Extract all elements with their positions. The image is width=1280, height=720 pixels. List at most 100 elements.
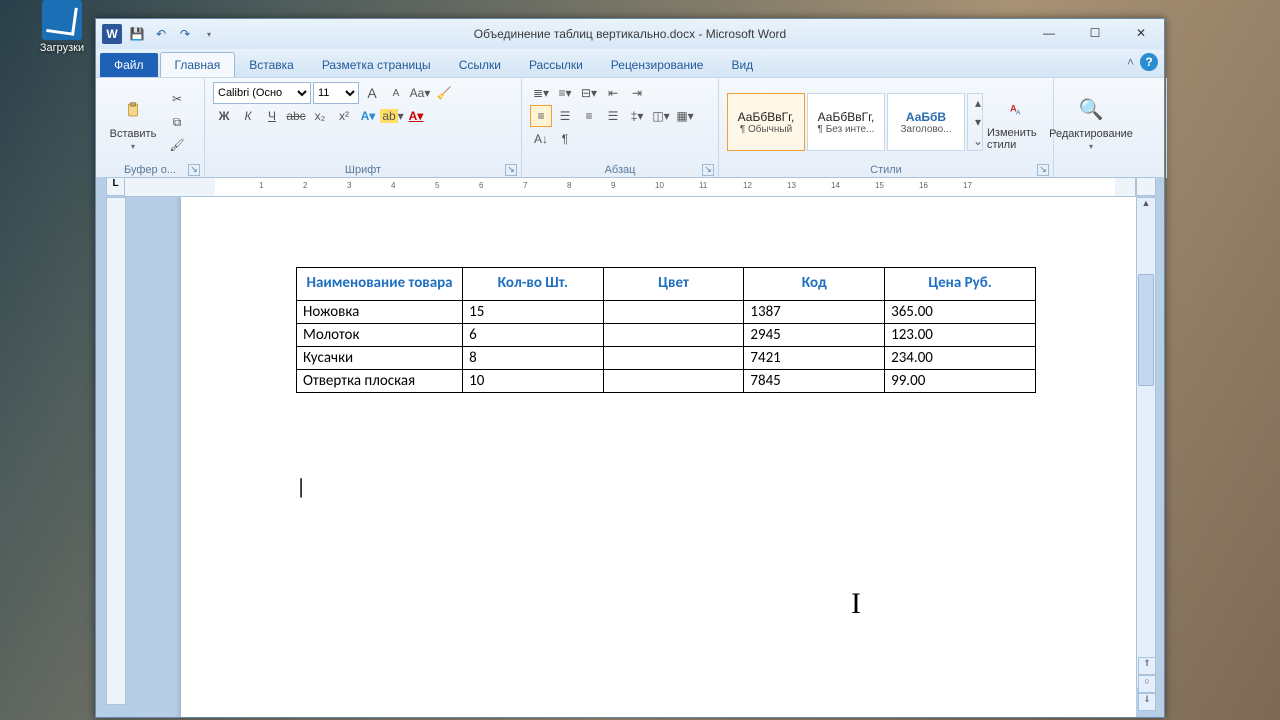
scroll-up-icon[interactable]: ▲ bbox=[1137, 198, 1155, 214]
minimize-ribbon-icon[interactable]: ˄ bbox=[1127, 55, 1134, 69]
tab-file[interactable]: Файл bbox=[100, 53, 158, 77]
horizontal-ruler[interactable]: 1234567891011121314151617 bbox=[124, 177, 1136, 197]
line-spacing-icon[interactable]: ‡▾ bbox=[626, 105, 648, 127]
tab-references[interactable]: Ссылки bbox=[445, 53, 515, 77]
maximize-button[interactable]: ☐ bbox=[1072, 19, 1118, 47]
table-cell[interactable]: Отвертка плоская bbox=[297, 369, 463, 392]
gallery-down-icon[interactable]: ▾ bbox=[968, 113, 988, 131]
tab-selector[interactable]: L bbox=[106, 177, 125, 196]
bullets-icon[interactable]: ≣▾ bbox=[530, 82, 552, 104]
select-browse-icon[interactable]: ○ bbox=[1138, 675, 1156, 693]
tab-layout[interactable]: Разметка страницы bbox=[308, 53, 445, 77]
grow-font-icon[interactable]: A bbox=[361, 82, 383, 104]
clear-format-icon[interactable]: 🧹 bbox=[433, 82, 455, 104]
dialog-launcher-icon[interactable]: ↘ bbox=[702, 164, 714, 176]
help-icon[interactable]: ? bbox=[1140, 53, 1158, 71]
dialog-launcher-icon[interactable]: ↘ bbox=[1037, 164, 1049, 176]
font-size-select[interactable]: 11 bbox=[313, 82, 359, 104]
save-icon[interactable]: 💾 bbox=[128, 25, 146, 43]
next-page-icon[interactable]: ⇓ bbox=[1138, 693, 1156, 711]
document-viewport[interactable]: Наименование товара Кол-во Шт. Цвет Код … bbox=[126, 197, 1136, 717]
desktop-shortcut-downloads[interactable]: Загрузки bbox=[30, 0, 94, 54]
subscript-button[interactable]: x₂ bbox=[309, 105, 331, 127]
copy-icon[interactable]: ⧉ bbox=[166, 111, 188, 133]
align-left-icon[interactable]: ≡ bbox=[530, 105, 552, 127]
increase-indent-icon[interactable]: ⇥ bbox=[626, 82, 648, 104]
shading-icon[interactable]: ◫▾ bbox=[650, 105, 672, 127]
borders-icon[interactable]: ▦▾ bbox=[674, 105, 696, 127]
change-styles-button[interactable]: AA Изменить стили bbox=[987, 93, 1045, 151]
table-cell[interactable]: 234.00 bbox=[885, 346, 1036, 369]
font-family-select[interactable]: Calibri (Осно bbox=[213, 82, 311, 104]
vertical-scrollbar[interactable]: ▲ ▼ bbox=[1136, 197, 1156, 689]
table-cell[interactable]: 365.00 bbox=[885, 300, 1036, 323]
table-cell[interactable]: 15 bbox=[463, 300, 604, 323]
table-cell[interactable]: 6 bbox=[463, 323, 604, 346]
table-cell[interactable]: Ножовка bbox=[297, 300, 463, 323]
highlight-icon[interactable]: ab▾ bbox=[381, 105, 403, 127]
table-cell[interactable]: 7845 bbox=[744, 369, 885, 392]
italic-button[interactable]: К bbox=[237, 105, 259, 127]
tab-mailings[interactable]: Рассылки bbox=[515, 53, 597, 77]
table-row[interactable]: Молоток6 2945123.00 bbox=[297, 323, 1036, 346]
justify-icon[interactable]: ☰ bbox=[602, 105, 624, 127]
prev-page-icon[interactable]: ⇑ bbox=[1138, 657, 1156, 675]
underline-button[interactable]: Ч bbox=[261, 105, 283, 127]
style-normal[interactable]: АаБбВвГг, ¶ Обычный bbox=[727, 93, 805, 151]
vertical-ruler[interactable] bbox=[106, 197, 126, 705]
qat-more-icon[interactable]: ▾ bbox=[200, 25, 218, 43]
minimize-button[interactable]: — bbox=[1026, 19, 1072, 47]
tab-home[interactable]: Главная bbox=[160, 52, 236, 77]
dialog-launcher-icon[interactable]: ↘ bbox=[188, 164, 200, 176]
table-cell[interactable]: 8 bbox=[463, 346, 604, 369]
sort-icon[interactable]: A↓ bbox=[530, 128, 552, 150]
table-cell[interactable]: 123.00 bbox=[885, 323, 1036, 346]
decrease-indent-icon[interactable]: ⇤ bbox=[602, 82, 624, 104]
undo-icon[interactable]: ↶ bbox=[152, 25, 170, 43]
text-effects-icon[interactable]: A▾ bbox=[357, 105, 379, 127]
tab-review[interactable]: Рецензирование bbox=[597, 53, 718, 77]
align-center-icon[interactable]: ☰ bbox=[554, 105, 576, 127]
tab-view[interactable]: Вид bbox=[717, 53, 767, 77]
table-cell[interactable] bbox=[603, 346, 744, 369]
table-cell[interactable]: 10 bbox=[463, 369, 604, 392]
scroll-thumb[interactable] bbox=[1138, 274, 1154, 386]
font-color-icon[interactable]: A▾ bbox=[405, 105, 427, 127]
bold-button[interactable]: Ж bbox=[213, 105, 235, 127]
table-cell[interactable]: 7421 bbox=[744, 346, 885, 369]
table-row[interactable]: Кусачки8 7421234.00 bbox=[297, 346, 1036, 369]
table-cell[interactable]: Кусачки bbox=[297, 346, 463, 369]
table-cell[interactable]: Молоток bbox=[297, 323, 463, 346]
gallery-more-icon[interactable]: ⌄ bbox=[968, 132, 988, 150]
close-button[interactable]: ✕ bbox=[1118, 19, 1164, 47]
change-case-icon[interactable]: Aa▾ bbox=[409, 82, 431, 104]
table-cell[interactable] bbox=[603, 323, 744, 346]
document-table[interactable]: Наименование товара Кол-во Шт. Цвет Код … bbox=[296, 267, 1036, 393]
numbering-icon[interactable]: ≡▾ bbox=[554, 82, 576, 104]
paste-button[interactable]: Вставить ▾ bbox=[104, 94, 162, 151]
shrink-font-icon[interactable]: A bbox=[385, 82, 407, 104]
redo-icon[interactable]: ↷ bbox=[176, 25, 194, 43]
strikethrough-button[interactable]: abc bbox=[285, 105, 307, 127]
table-cell[interactable]: 1387 bbox=[744, 300, 885, 323]
table-cell[interactable]: 2945 bbox=[744, 323, 885, 346]
editing-button[interactable]: 🔍 Редактирование ▾ bbox=[1062, 94, 1120, 151]
style-nospacing[interactable]: АаБбВвГг, ¶ Без инте... bbox=[807, 93, 885, 151]
dialog-launcher-icon[interactable]: ↘ bbox=[505, 164, 517, 176]
table-cell[interactable] bbox=[603, 300, 744, 323]
style-heading1[interactable]: АаБбВ Заголово... bbox=[887, 93, 965, 151]
show-marks-icon[interactable]: ¶ bbox=[554, 128, 576, 150]
document-area: L 1234567891011121314151617 Наименование… bbox=[96, 177, 1164, 717]
table-row[interactable]: Ножовка15 1387365.00 bbox=[297, 300, 1036, 323]
cut-icon[interactable]: ✂ bbox=[166, 88, 188, 110]
superscript-button[interactable]: x² bbox=[333, 105, 355, 127]
align-right-icon[interactable]: ≡ bbox=[578, 105, 600, 127]
table-row[interactable]: Отвертка плоская10 784599.00 bbox=[297, 369, 1036, 392]
view-ruler-toggle[interactable] bbox=[1136, 177, 1156, 196]
multilevel-icon[interactable]: ⊟▾ bbox=[578, 82, 600, 104]
format-painter-icon[interactable]: 🖌 bbox=[166, 134, 188, 156]
table-cell[interactable] bbox=[603, 369, 744, 392]
gallery-up-icon[interactable]: ▴ bbox=[968, 94, 988, 112]
table-cell[interactable]: 99.00 bbox=[885, 369, 1036, 392]
tab-insert[interactable]: Вставка bbox=[235, 53, 308, 77]
